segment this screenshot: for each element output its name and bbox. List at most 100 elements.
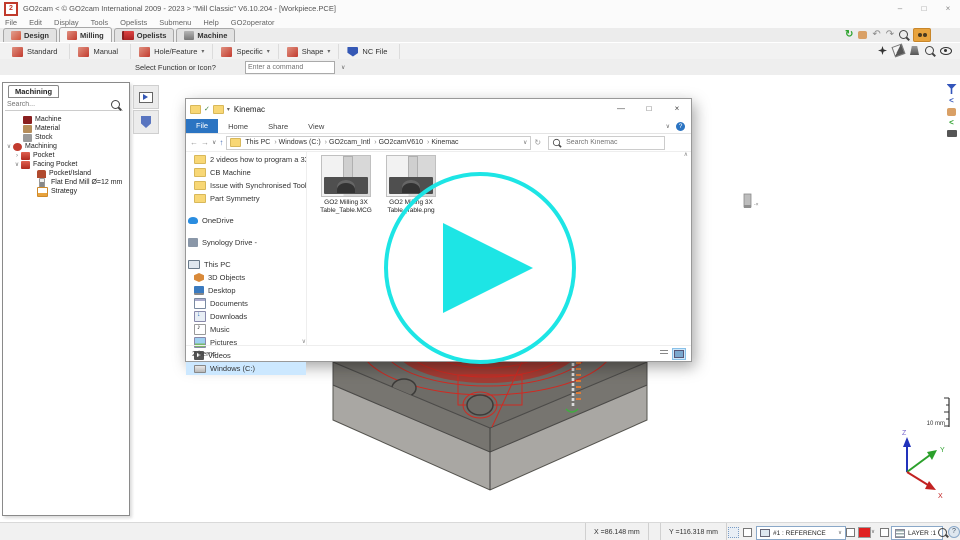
quick-access-dropdown-icon[interactable]: ▾ [227, 106, 230, 113]
explorer-tab[interactable]: Share [258, 122, 298, 131]
nc-button[interactable] [133, 110, 159, 134]
tree-item[interactable]: Pocket/Island [5, 169, 125, 178]
toolbar-button[interactable]: NC File [339, 44, 400, 59]
menu-item[interactable]: GO2operator [231, 18, 275, 27]
toolbar-button[interactable]: Manual [70, 44, 131, 59]
grab-icon[interactable] [858, 31, 867, 39]
breadcrumb-item[interactable]: This PC [244, 139, 277, 146]
tree-item[interactable]: ∨ Machining [5, 142, 125, 151]
tree-item[interactable]: Flat End Mill Ø=12 mm [5, 178, 125, 187]
reference-checkbox[interactable] [743, 528, 752, 537]
file-tile[interactable]: GO2 Milling 3X Table_Table.MCG [315, 155, 377, 214]
sidebar-item[interactable]: Issue with Synchronised Tools [186, 179, 306, 192]
zoom-window-icon[interactable] [925, 46, 934, 55]
sidebar-item[interactable]: Windows (C:) [186, 362, 306, 375]
hand-tool-icon[interactable] [947, 108, 956, 116]
recent-locations-icon[interactable]: ∨ [212, 139, 216, 146]
forward-icon[interactable]: → [201, 138, 209, 147]
reference-select[interactable]: #1 : REFERENCE ∨ [756, 526, 846, 540]
explorer-search[interactable] [548, 136, 665, 150]
tree-item[interactable]: Strategy [5, 187, 125, 196]
menu-item[interactable]: Opelists [120, 18, 147, 27]
explorer-maximize-button[interactable]: □ [635, 100, 663, 118]
menu-item[interactable]: Edit [29, 18, 42, 27]
chevron-down-icon[interactable]: ∨ [341, 64, 345, 71]
chevron-down-icon[interactable]: ∨ [871, 529, 875, 535]
tree-item[interactable]: Machine [5, 115, 125, 124]
sidebar-item[interactable]: Documents [186, 297, 306, 310]
grid-icon[interactable] [728, 527, 739, 538]
refresh-icon[interactable]: ↻ [845, 29, 853, 41]
eraser-icon[interactable] [891, 43, 905, 57]
address-dropdown-icon[interactable]: ∨ [523, 139, 530, 146]
tree-expand-icon[interactable]: ∨ [5, 143, 13, 150]
collapse-left-green-icon[interactable]: < [949, 119, 954, 127]
tree-item[interactable]: › Pocket [5, 151, 125, 160]
toolbar-button[interactable]: Standard [4, 44, 70, 59]
command-input[interactable] [246, 64, 341, 71]
visibility-icon[interactable] [940, 47, 952, 55]
menu-item[interactable]: File [5, 18, 17, 27]
command-combobox[interactable]: ∨ [245, 61, 335, 74]
refresh-icon[interactable]: ↻ [534, 138, 541, 147]
machining-search-input[interactable] [5, 100, 111, 109]
ribbon-tab[interactable]: Design [3, 28, 57, 42]
sidebar-item[interactable]: Music [186, 323, 306, 336]
tree-expand-icon[interactable]: ∨ [13, 161, 21, 168]
menu-item[interactable]: Display [54, 18, 79, 27]
tree-item[interactable]: Material [5, 124, 125, 133]
sidebar-item[interactable]: CB Machine [186, 166, 306, 179]
help-icon[interactable]: ? [676, 122, 685, 131]
toolbar-button[interactable]: Hole/Feature ▾ [131, 44, 213, 59]
color-swatch[interactable] [858, 527, 871, 538]
tree-item[interactable]: ∨ Facing Pocket [5, 160, 125, 169]
tree-item[interactable]: Stock [5, 133, 125, 142]
explorer-tab[interactable]: Home [218, 122, 258, 131]
explorer-search-input[interactable] [564, 138, 658, 147]
up-icon[interactable]: ↑ [219, 138, 223, 147]
explorer-tab-file[interactable]: File [186, 119, 218, 133]
breadcrumb-item[interactable]: GO2cam_Intl [328, 139, 378, 146]
sidebar-item[interactable]: 3D Objects [186, 271, 306, 284]
machining-panel-tab[interactable]: Machining [8, 85, 59, 98]
toolbar-button[interactable]: Shape ▾ [279, 44, 340, 59]
back-icon[interactable]: ← [190, 138, 198, 147]
sidebar-item[interactable]: 2 videos how to program a 3X Debu [186, 153, 306, 166]
breadcrumb-item[interactable]: GO2camV610 [378, 139, 431, 146]
zoom-icon[interactable] [899, 30, 908, 39]
redo-icon[interactable]: ↷ [886, 29, 894, 41]
explorer-title-bar[interactable]: ✓ ▾ Kinemac — □ × [186, 99, 691, 119]
clean-icon[interactable] [910, 46, 919, 55]
help-icon[interactable]: ? [948, 526, 960, 538]
toolbar-button[interactable]: Specific ▾ [213, 44, 278, 59]
undo-icon[interactable]: ↶ [872, 29, 880, 41]
filter-icon[interactable] [947, 84, 957, 94]
sidebar-item[interactable]: Synology Drive - [186, 236, 306, 249]
check-icon[interactable]: ✓ [204, 105, 210, 113]
layer-checkbox[interactable] [880, 528, 889, 537]
breadcrumb[interactable]: This PCWindows (C:)GO2cam_IntlGO2camV610… [226, 136, 531, 150]
thumbnail-view-button[interactable] [672, 348, 686, 360]
ribbon-collapse-icon[interactable]: ∨ [666, 123, 670, 130]
ribbon-tab[interactable]: Machine [176, 28, 235, 42]
ribbon-tab[interactable]: Milling [59, 27, 112, 42]
breadcrumb-item[interactable]: Windows (C:) [278, 139, 328, 146]
ribbon-tab[interactable]: Opelists [114, 28, 175, 42]
tree-expand-icon[interactable]: › [13, 153, 21, 159]
color-checkbox[interactable] [846, 528, 855, 537]
list-view-button[interactable] [658, 348, 670, 358]
explorer-tab[interactable]: View [298, 122, 334, 131]
camera-icon[interactable] [947, 130, 957, 137]
maximize-button[interactable]: □ [912, 1, 936, 16]
explorer-minimize-button[interactable]: — [607, 100, 635, 118]
scroll-down-icon[interactable]: ∨ [302, 338, 306, 345]
menu-item[interactable]: Tools [91, 18, 109, 27]
sidebar-item[interactable]: Downloads [186, 310, 306, 323]
menu-item[interactable]: Submenu [159, 18, 191, 27]
breadcrumb-item[interactable]: Kinemac [430, 139, 463, 146]
collapse-left-icon[interactable]: < [949, 97, 954, 105]
sidebar-item[interactable]: Desktop [186, 284, 306, 297]
sidebar-item[interactable]: Part Symmetry [186, 192, 306, 205]
sidebar-item[interactable]: This PC [186, 258, 306, 271]
menu-item[interactable]: Help [203, 18, 218, 27]
